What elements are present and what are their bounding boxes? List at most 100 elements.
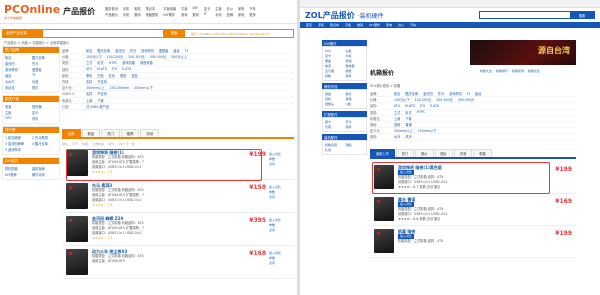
sidebar-link[interactable]: 长城 bbox=[32, 79, 57, 84]
filter-option[interactable]: 下置 bbox=[405, 116, 411, 121]
tab-1[interactable]: 热门 bbox=[395, 149, 415, 157]
nav-link[interactable]: 游戏 bbox=[181, 12, 187, 17]
sidebar-link[interactable]: 显卡 bbox=[325, 54, 344, 58]
product-name[interactable]: 鑫谷 雷诺 bbox=[398, 197, 576, 202]
tab-3[interactable]: 推荐 bbox=[120, 129, 140, 137]
right-search-input[interactable] bbox=[480, 12, 570, 18]
filter-option[interactable]: M-ATX bbox=[97, 67, 107, 71]
filter-option[interactable]: 100-200元 bbox=[415, 97, 432, 102]
filter-option[interactable]: 立式 bbox=[394, 110, 400, 115]
sidebar-link[interactable]: 游戏悍将 bbox=[5, 67, 30, 72]
tab-4[interactable]: 评测 bbox=[140, 129, 159, 137]
nav-link[interactable]: DIY硬件 bbox=[163, 12, 176, 17]
promo-banner[interactable]: 源自台湾 bbox=[470, 40, 576, 65]
nav-link[interactable]: 手机 bbox=[123, 12, 129, 17]
sidebar-link[interactable]: 鑫谷 bbox=[5, 73, 30, 78]
nav-link[interactable]: 平板 bbox=[181, 6, 187, 11]
sidebar-link[interactable]: 摄像头 bbox=[325, 102, 344, 106]
sidebar-link[interactable]: 硬件评测 bbox=[32, 172, 57, 177]
filter-option[interactable]: Tt bbox=[467, 92, 470, 96]
product-thumbnail[interactable] bbox=[66, 249, 88, 275]
product-name[interactable]: 航嘉 暗夜 bbox=[398, 229, 576, 234]
category-select[interactable]: 全部产品分类 bbox=[3, 30, 43, 37]
sidebar-link[interactable]: 爱国者 bbox=[32, 67, 57, 72]
filter-option[interactable]: M-ATX bbox=[405, 104, 415, 108]
sidebar-link[interactable]: 金河田 bbox=[5, 61, 30, 66]
nav-link[interactable]: 家电 bbox=[238, 12, 244, 17]
filter-option[interactable]: 250mm以下 bbox=[418, 128, 437, 133]
sort-option[interactable]: 价格 bbox=[82, 142, 88, 146]
filter-option[interactable]: 普通 bbox=[405, 122, 411, 127]
sidebar-link[interactable]: 光驱 bbox=[325, 125, 344, 129]
sidebar-link[interactable]: 主板 bbox=[346, 49, 365, 53]
filter-option[interactable]: 金河田 bbox=[115, 48, 125, 53]
sidebar-link[interactable]: 键鼠 bbox=[346, 69, 365, 73]
filter-option[interactable]: 航嘉 bbox=[394, 91, 400, 96]
filter-option[interactable]: 先马 bbox=[438, 91, 444, 96]
filter-option[interactable]: ATX bbox=[394, 104, 400, 108]
filter-option[interactable]: 250mm以下 bbox=[134, 85, 153, 90]
sidebar-link[interactable]: 散热器 bbox=[346, 64, 365, 68]
nav-link[interactable]: 平板 bbox=[345, 23, 351, 27]
filter-option[interactable]: 游戏悍将 bbox=[141, 48, 154, 53]
filter-option[interactable]: 不支持 bbox=[97, 91, 107, 96]
sidebar-link[interactable]: 声卡 bbox=[346, 120, 365, 124]
filter-option[interactable]: 300mm以上 bbox=[86, 85, 105, 90]
nav-link[interactable]: 笔记本 bbox=[330, 23, 339, 27]
nav-link[interactable]: 品牌 bbox=[227, 12, 233, 17]
filter-option[interactable]: 250-300mm bbox=[110, 86, 130, 90]
sort-option[interactable]: 评分 bbox=[108, 142, 114, 146]
nav-link[interactable]: DIY硬件 bbox=[369, 23, 380, 27]
sidebar-link[interactable]: 线材 bbox=[346, 125, 365, 129]
sort-option[interactable]: 默认 bbox=[62, 142, 68, 146]
sidebar-link[interactable]: 音箱 bbox=[346, 97, 365, 101]
nav-link[interactable]: 手机 bbox=[215, 12, 221, 17]
nav-link[interactable]: 汽车 bbox=[410, 23, 416, 27]
sidebar-link[interactable]: 装机指南 bbox=[32, 166, 57, 171]
tab-3[interactable]: 图片 bbox=[434, 149, 453, 157]
filter-option[interactable]: 红色 bbox=[109, 73, 115, 78]
nav-link[interactable]: 首页 bbox=[306, 23, 312, 27]
sidebar-link[interactable]: 硅脂 bbox=[346, 143, 365, 147]
filter-option[interactable]: 100元以下 bbox=[394, 97, 410, 102]
nav-link[interactable]: 显卡 bbox=[204, 6, 210, 11]
action-link[interactable]: 点评 bbox=[269, 195, 291, 200]
sidebar-link[interactable]: 显卡 bbox=[32, 110, 57, 115]
product-thumbnail[interactable] bbox=[66, 183, 88, 209]
filter-option[interactable]: 100元以下 bbox=[86, 54, 102, 59]
hot-search-links[interactable]: 热门: i5 4460 | GTX 960 | Redmi Note | Sur… bbox=[191, 32, 269, 36]
filter-option[interactable]: Tt bbox=[185, 49, 188, 53]
sidebar-link[interactable]: 电源 bbox=[325, 64, 344, 68]
filter-option[interactable]: 卧式 bbox=[97, 60, 103, 65]
nav-link[interactable]: 服务首页 bbox=[105, 6, 118, 11]
product-thumbnail[interactable] bbox=[374, 197, 394, 221]
sidebar-link[interactable]: 大水牛 bbox=[5, 79, 30, 84]
sidebar-link[interactable]: 主板 bbox=[5, 110, 30, 115]
sidebar-link[interactable]: 显示器 bbox=[325, 69, 344, 73]
sidebar-link[interactable]: 航嘉 bbox=[5, 55, 30, 60]
filter-option[interactable]: 黑色 bbox=[86, 73, 92, 78]
sidebar-link[interactable]: DIY推荐 bbox=[5, 172, 30, 177]
sidebar-link[interactable]: 5 游戏悍将 bbox=[5, 147, 30, 152]
sidebar-link[interactable]: 4 酷冷至尊 bbox=[32, 141, 57, 146]
title-link[interactable]: 机箱排行 bbox=[496, 69, 508, 73]
filter-option[interactable]: 爱国者 bbox=[159, 48, 169, 53]
filter-option[interactable]: 500元以上 bbox=[171, 54, 187, 59]
filter-option[interactable]: ITX bbox=[420, 104, 425, 108]
sidebar-link[interactable]: 攒机配置 bbox=[5, 166, 30, 171]
nav-link[interactable]: 汽车 bbox=[249, 6, 255, 11]
sidebar-link[interactable]: 2 先马黑洞 bbox=[32, 135, 57, 140]
product-thumbnail[interactable] bbox=[66, 216, 88, 242]
title-link[interactable]: 机箱论坛 bbox=[528, 69, 540, 73]
nav-link[interactable]: 笔记本 bbox=[146, 6, 159, 11]
filter-option[interactable]: 下置 bbox=[97, 98, 103, 103]
nav-link[interactable]: IT bbox=[204, 12, 210, 17]
filter-option[interactable]: 蓝色 bbox=[132, 73, 138, 78]
nav-link[interactable]: 相机 bbox=[134, 6, 140, 11]
sort-option[interactable]: 1/27 下一页 bbox=[118, 142, 135, 146]
sidebar-link[interactable]: 鼠标 bbox=[346, 92, 365, 96]
nav-link[interactable]: 数码 bbox=[193, 12, 199, 17]
product-thumbnail[interactable] bbox=[374, 229, 394, 253]
filter-option[interactable]: 100-200元 bbox=[107, 54, 124, 59]
filter-option[interactable]: 立式 bbox=[86, 60, 92, 65]
